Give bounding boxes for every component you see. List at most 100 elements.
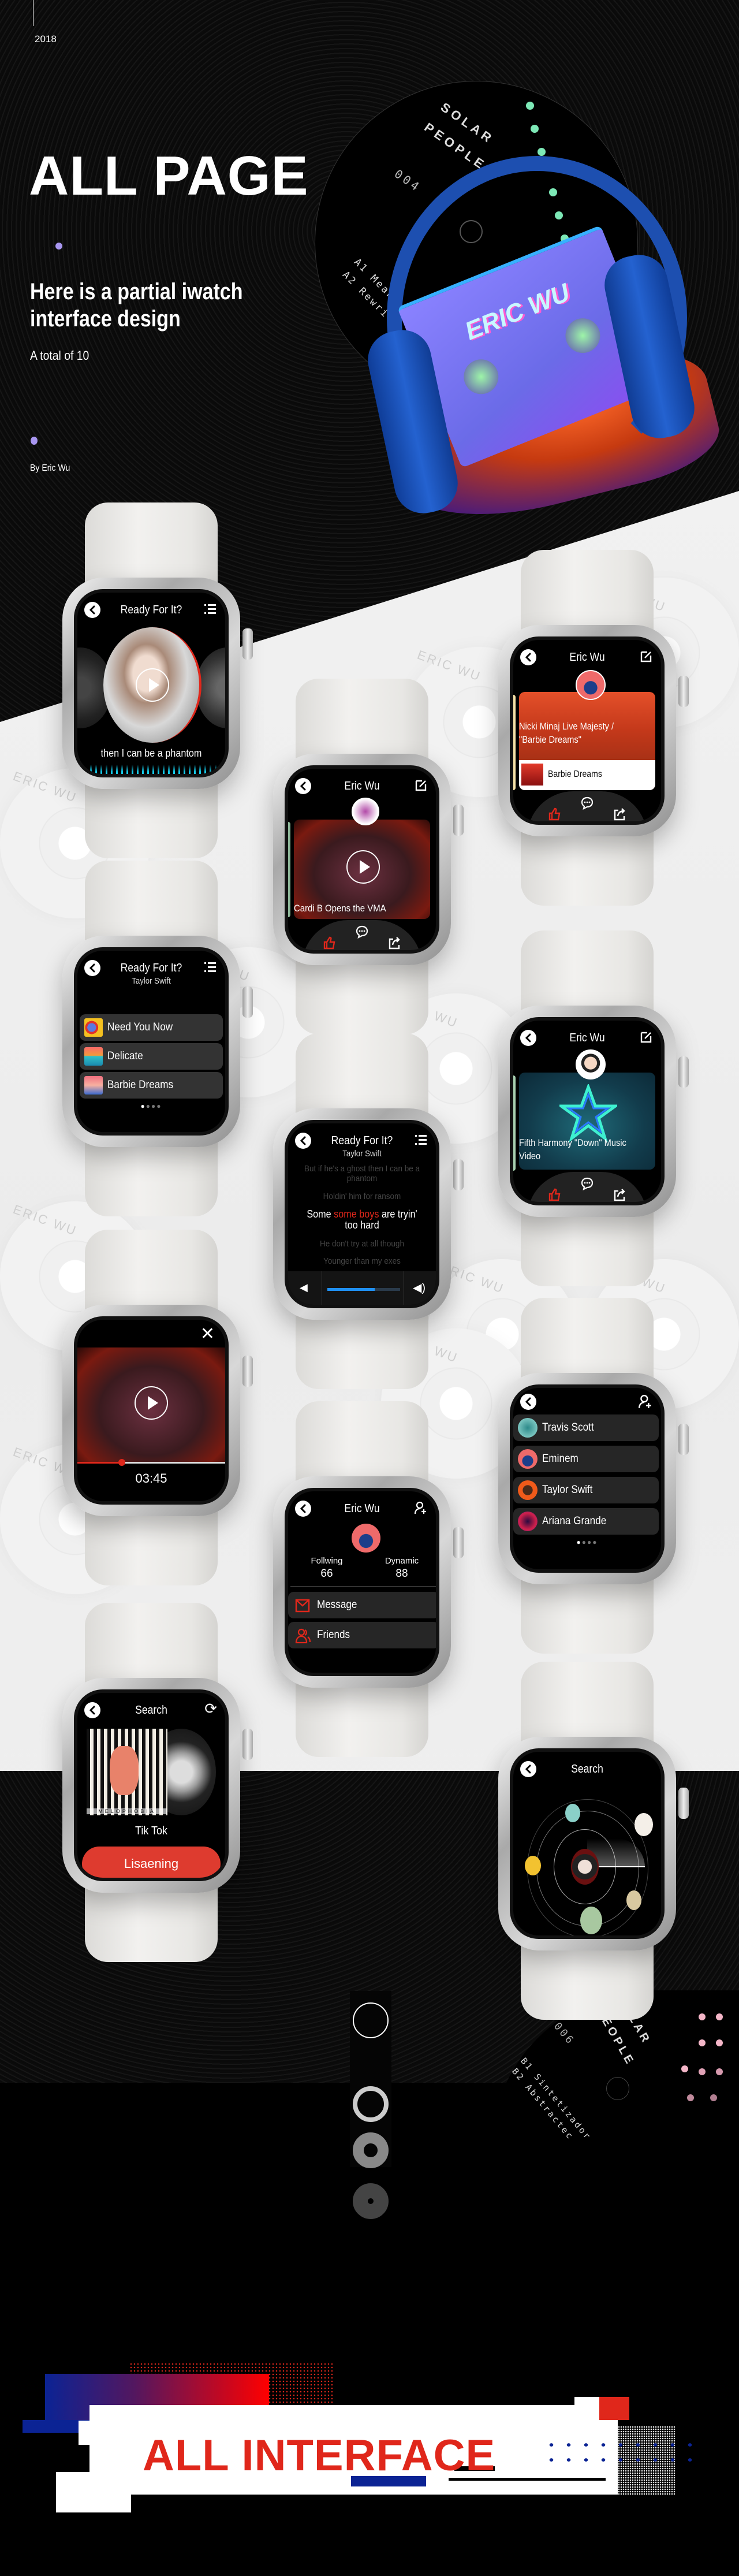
volume-fill (327, 1288, 375, 1291)
friend-item[interactable]: Ariana Grande (513, 1508, 659, 1535)
action-bar (527, 1172, 647, 1202)
result-avatar[interactable] (580, 1907, 602, 1934)
footer-banner: ALL INTERFACE (0, 2362, 739, 2512)
like-icon[interactable] (548, 1188, 562, 1202)
share-icon[interactable] (613, 1188, 626, 1202)
avatar[interactable] (352, 798, 379, 825)
lyric-line: then I can be a phantom (100, 747, 202, 759)
watch-search-listen: Search ⟳ MELOPHOBIA Tik Tok Lisaening (62, 1603, 253, 1962)
next-card-peek[interactable] (437, 822, 439, 917)
song-title: Ready For It? (120, 604, 182, 616)
prev-card-peek[interactable] (288, 822, 290, 917)
list-item[interactable]: Delicate (80, 1043, 223, 1070)
digital-crown[interactable] (678, 676, 689, 707)
edit-icon[interactable] (639, 650, 653, 664)
share-icon[interactable] (613, 807, 626, 821)
list-item[interactable]: Barbie Dreams (80, 1072, 223, 1099)
digital-crown[interactable] (242, 1356, 253, 1387)
result-avatar[interactable] (565, 1804, 580, 1822)
watch-search-orbit: Search (498, 1662, 689, 2020)
menu-label: Message (317, 1599, 357, 1611)
result-avatar[interactable] (635, 1813, 653, 1836)
watch-profile: Eric Wu Follwing 66 Dynamic 88 Message F… (273, 1401, 464, 1757)
neon-star (559, 1084, 617, 1142)
avatar[interactable] (576, 670, 606, 700)
like-icon[interactable] (548, 807, 562, 821)
lyric-line: Younger than my exes (323, 1256, 401, 1266)
friend-avatar (518, 1480, 538, 1500)
album-cover[interactable]: MELOPHOBIA (87, 1729, 167, 1815)
menu-message[interactable]: Message (288, 1592, 436, 1618)
song-title: Ready For It? (331, 1134, 393, 1147)
comment-icon[interactable] (355, 925, 369, 939)
digital-crown[interactable] (678, 1424, 689, 1455)
edit-icon[interactable] (414, 779, 428, 792)
volume-down-icon[interactable]: ◀ (300, 1282, 308, 1294)
friend-item[interactable]: Travis Scott (513, 1414, 659, 1441)
play-icon[interactable] (135, 668, 170, 702)
prev-card-peek[interactable] (513, 695, 516, 790)
video-caption: Cardi B Opens the VMA (294, 903, 386, 914)
volume-slider[interactable] (327, 1288, 400, 1291)
digital-crown[interactable] (242, 987, 253, 1018)
result-avatar[interactable] (525, 1856, 541, 1875)
author-label: By Eric Wu (30, 463, 70, 473)
watch-screen: Eric Wu Nicki Minaj Live Majesty / "Barb… (510, 636, 665, 825)
add-user-icon[interactable] (638, 1394, 653, 1409)
edit-icon[interactable] (639, 1030, 653, 1044)
prev-card-peek[interactable] (513, 1075, 516, 1171)
digital-crown[interactable] (242, 628, 253, 660)
digital-crown[interactable] (453, 1159, 464, 1190)
video-card[interactable]: Nicki Minaj Live Majesty / "Barbie Dream… (519, 692, 655, 790)
video-progress[interactable] (77, 1459, 225, 1466)
friend-item[interactable]: Taylor Swift (513, 1477, 659, 1503)
result-avatar[interactable] (626, 1890, 641, 1910)
digital-crown[interactable] (678, 1056, 689, 1088)
list-item-label: Need You Now (107, 1021, 173, 1033)
add-user-icon[interactable] (414, 1501, 428, 1515)
digital-crown[interactable] (242, 1729, 253, 1760)
following-count[interactable]: 66 (301, 1568, 353, 1580)
digital-crown[interactable] (453, 805, 464, 836)
friend-item[interactable]: Eminem (513, 1446, 659, 1472)
indicator-circle (353, 2002, 389, 2038)
list-item-label: Delicate (107, 1050, 143, 1062)
center-avatar[interactable] (571, 1849, 599, 1885)
list-icon[interactable] (203, 602, 217, 616)
user-name: Eric Wu (344, 1502, 380, 1515)
list-icon[interactable] (203, 961, 217, 974)
play-icon[interactable] (346, 850, 380, 884)
play-icon[interactable] (134, 1386, 169, 1420)
listening-button[interactable]: Lisaening (82, 1847, 221, 1878)
close-icon[interactable]: ✕ (200, 1326, 215, 1343)
next-card-peek[interactable] (662, 695, 665, 790)
volume-up-icon[interactable]: ◀) (413, 1280, 426, 1295)
friend-avatar (518, 1418, 538, 1438)
avatar[interactable] (352, 1524, 380, 1553)
share-icon[interactable] (387, 936, 401, 950)
digital-crown[interactable] (678, 1788, 689, 1819)
watch-feed-cardi: Eric Wu Cardi B Opens the VMA (273, 679, 464, 1034)
indicator-circle (353, 2086, 389, 2122)
video-card[interactable]: Fifth Harmony "Down" Music Video (519, 1073, 655, 1170)
menu-friends[interactable]: Friends (288, 1622, 436, 1648)
video-caption: Fifth Harmony "Down" Music Video (519, 1137, 626, 1162)
comment-icon[interactable] (580, 796, 594, 810)
back-icon[interactable] (520, 1394, 536, 1410)
list-icon[interactable] (414, 1133, 428, 1147)
decor-dot (55, 243, 62, 250)
refresh-icon[interactable]: ⟳ (204, 1700, 217, 1718)
friend-avatar (518, 1512, 538, 1531)
like-icon[interactable] (323, 936, 337, 950)
dynamic-label: Dynamic (385, 1556, 419, 1566)
watch-screen: ✕ 03:45 (74, 1316, 229, 1505)
lyric-line-current: Some some boys are tryin' too hard (296, 1209, 428, 1231)
avatar[interactable] (576, 1049, 606, 1079)
comment-icon[interactable] (580, 1177, 594, 1190)
digital-crown[interactable] (453, 1527, 464, 1558)
list-item[interactable]: Need You Now (80, 1014, 223, 1041)
track-row[interactable]: Barbie Dreams (519, 760, 655, 790)
next-card-peek[interactable] (662, 1075, 665, 1171)
subtitle-line2: interface design (30, 306, 181, 332)
dynamic-count[interactable]: 88 (376, 1568, 428, 1580)
